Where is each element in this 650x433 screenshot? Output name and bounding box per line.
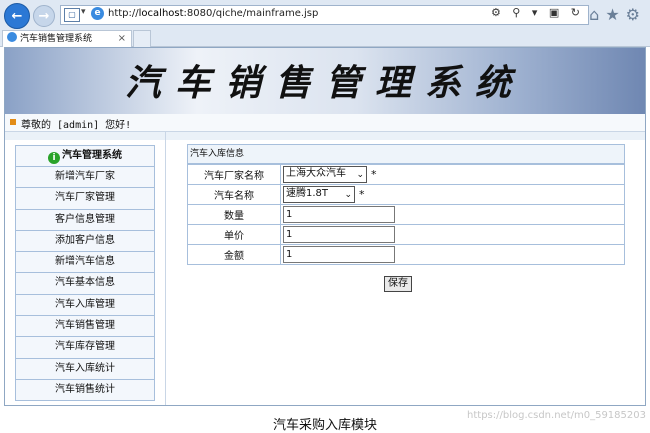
- address-tools[interactable]: ⚙ ⚲ ▾ ▣ ↻: [491, 6, 584, 19]
- amount-label: 金额: [187, 244, 281, 265]
- sidebar-divider: [165, 132, 166, 405]
- address-bar[interactable]: ▢ ▾ e http://localhost:8080/qiche/mainfr…: [60, 5, 589, 25]
- sidebar: i 汽车管理系统 新增汽车厂家 汽车厂家管理 客户信息管理 添加客户信息 新增汽车…: [15, 145, 155, 405]
- form-title: 汽车入库信息: [187, 144, 625, 164]
- sidebar-item-stock-in-stats[interactable]: 汽车入库统计: [15, 358, 155, 380]
- form-row: 单价 1: [187, 224, 625, 245]
- chevron-down-icon: ⌄: [344, 190, 352, 200]
- form-table: 汽车厂家名称 上海大众汽车 ⌄ * 汽车名称 速腾1.8T ⌄ * 数量 1 单价 1: [187, 164, 625, 265]
- sidebar-item-add-manufacturer[interactable]: 新增汽车厂家: [15, 167, 155, 189]
- quantity-input[interactable]: 1: [283, 206, 395, 223]
- manufacturer-select[interactable]: 上海大众汽车 ⌄: [283, 166, 367, 183]
- stock-in-form: 汽车入库信息 汽车厂家名称 上海大众汽车 ⌄ * 汽车名称 速腾1.8T ⌄ * 数量 …: [187, 144, 625, 292]
- sidebar-item-car-inventory[interactable]: 汽车库存管理: [15, 337, 155, 359]
- compatibility-icon[interactable]: ▢: [64, 8, 80, 22]
- welcome-text: 尊敬的 [admin] 您好!: [21, 120, 132, 131]
- form-row: 汽车厂家名称 上海大众汽车 ⌄ *: [187, 164, 625, 185]
- bullet-icon: [10, 119, 16, 125]
- car-name-select[interactable]: 速腾1.8T ⌄: [283, 186, 355, 203]
- sidebar-item-add-car[interactable]: 新增汽车信息: [15, 252, 155, 274]
- info-icon: i: [48, 152, 60, 164]
- back-button[interactable]: ←: [4, 3, 30, 29]
- sidebar-item-sales-stats[interactable]: 汽车销售统计: [15, 379, 155, 402]
- sidebar-item-manufacturer-manage[interactable]: 汽车厂家管理: [15, 188, 155, 210]
- close-tab-icon[interactable]: ×: [118, 31, 126, 47]
- banner: 汽车销售管理系统: [5, 48, 645, 114]
- form-row: 金额 1: [187, 244, 625, 265]
- quantity-label: 数量: [187, 204, 281, 225]
- sidebar-heading: i 汽车管理系统: [15, 145, 155, 167]
- car-name-label: 汽车名称: [187, 184, 281, 205]
- amount-input[interactable]: 1: [283, 246, 395, 263]
- form-row: 汽车名称 速腾1.8T ⌄ *: [187, 184, 625, 205]
- required-mark: *: [371, 167, 377, 181]
- home-icon[interactable]: ⌂: [589, 5, 605, 24]
- manufacturer-label: 汽车厂家名称: [187, 164, 281, 185]
- welcome-bar: 尊敬的 [admin] 您好!: [5, 114, 645, 132]
- chevron-down-icon: ⌄: [356, 170, 364, 180]
- app-frame: 汽车销售管理系统 尊敬的 [admin] 您好! i 汽车管理系统 新增汽车厂家 …: [4, 47, 646, 406]
- chevron-down-icon[interactable]: ▾: [81, 7, 86, 17]
- sidebar-item-customer-manage[interactable]: 客户信息管理: [15, 209, 155, 231]
- sidebar-item-add-customer[interactable]: 添加客户信息: [15, 230, 155, 253]
- unit-price-input[interactable]: 1: [283, 226, 395, 243]
- ie-page-icon: e: [91, 7, 104, 20]
- forward-button[interactable]: →: [33, 5, 55, 27]
- unit-price-label: 单价: [187, 224, 281, 245]
- required-mark: *: [359, 187, 365, 201]
- browser-toolbar: ← → ▢ ▾ e http://localhost:8080/qiche/ma…: [0, 0, 650, 31]
- sidebar-item-car-sales[interactable]: 汽车销售管理: [15, 316, 155, 338]
- address-url[interactable]: http://localhost:8080/qiche/mainframe.js…: [108, 8, 318, 19]
- form-row: 数量 1: [187, 204, 625, 225]
- separator-band: [5, 132, 645, 140]
- browser-tab[interactable]: 汽车销售管理系统 ×: [2, 30, 132, 47]
- browser-tabbar: 汽车销售管理系统 ×: [0, 30, 650, 47]
- gear-icon[interactable]: ⚙: [626, 5, 646, 24]
- sidebar-item-car-basic-info[interactable]: 汽车基本信息: [15, 273, 155, 295]
- save-button[interactable]: 保存: [384, 276, 412, 292]
- star-icon[interactable]: ★: [605, 5, 625, 24]
- banner-title: 汽车销售管理系统: [124, 62, 525, 104]
- watermark: https://blog.csdn.net/m0_59185203: [467, 410, 646, 421]
- sidebar-item-car-stock-in[interactable]: 汽车入库管理: [15, 294, 155, 317]
- browser-right-icons[interactable]: ⌂★⚙: [589, 5, 646, 24]
- new-tab-button[interactable]: [133, 30, 151, 47]
- ie-tab-icon: [7, 32, 17, 42]
